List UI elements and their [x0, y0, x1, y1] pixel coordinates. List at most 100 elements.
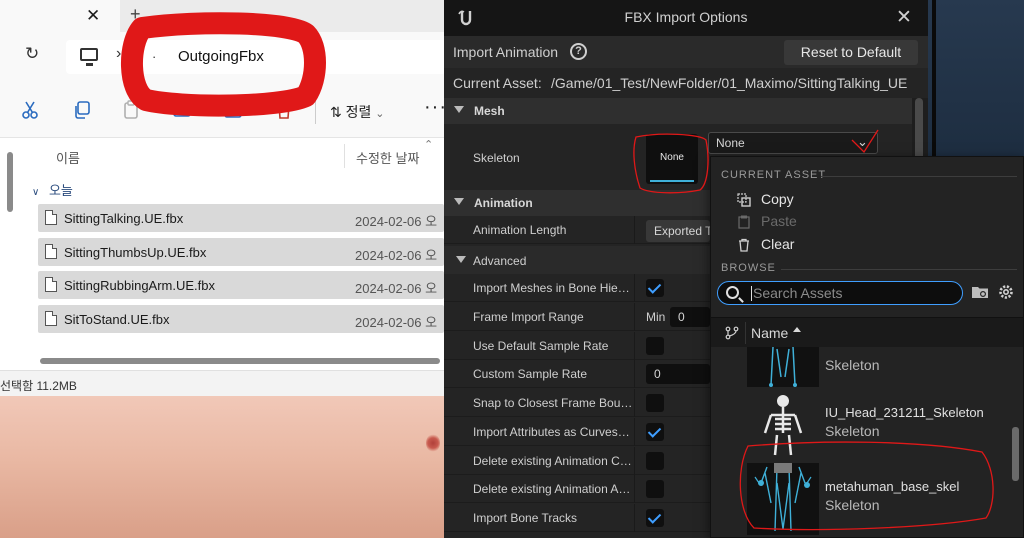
min-field[interactable]: 0	[670, 307, 710, 327]
clear-label: Clear	[761, 236, 795, 252]
file-row[interactable]: SittingThumbsUp.UE.fbx 2024-02-06 오	[38, 238, 444, 266]
rename-icon[interactable]: A	[172, 100, 192, 120]
file-row[interactable]: SitToStand.UE.fbx 2024-02-06 오	[38, 305, 444, 333]
search-assets-input[interactable]	[753, 284, 953, 302]
section-mesh[interactable]: Mesh	[444, 98, 912, 124]
import-animation-label: Import Animation	[453, 44, 559, 60]
checkbox[interactable]	[646, 509, 664, 527]
branch-icon[interactable]	[725, 326, 739, 340]
text-caret	[751, 286, 752, 301]
name-column-header[interactable]: Name	[751, 325, 788, 341]
checkbox[interactable]	[646, 423, 664, 441]
file-list: 이름 수정한 날짜 ⌃ ∨ 오늘 SittingTalking.UE.fbx 2…	[0, 138, 444, 370]
column-header-date[interactable]: 수정한 날짜	[356, 148, 419, 167]
address-field[interactable]: › · OutgoingFbx	[66, 40, 444, 74]
expand-arrow-icon	[456, 256, 466, 263]
column-header-name[interactable]: 이름	[56, 148, 80, 167]
reset-to-default-button[interactable]: Reset to Default	[784, 40, 918, 65]
skeleton-thumbnail-icon	[747, 389, 819, 461]
property-label: Snap to Closest Frame Bound...	[473, 396, 633, 410]
column-divider[interactable]	[634, 274, 635, 302]
skeleton-label: Skeleton	[473, 151, 520, 165]
checkbox[interactable]	[646, 480, 664, 498]
cut-icon[interactable]	[20, 100, 40, 120]
min-label: Min	[646, 310, 666, 324]
copy-menu-item[interactable]: Copy	[737, 190, 897, 210]
file-row[interactable]: SittingTalking.UE.fbx 2024-02-06 오	[38, 204, 444, 232]
breadcrumb-folder[interactable]: OutgoingFbx	[178, 48, 264, 65]
column-divider[interactable]	[344, 144, 345, 168]
asset-type: Skeleton	[825, 497, 880, 513]
browse-folder-icon[interactable]	[971, 285, 989, 299]
breadcrumb-separator-icon[interactable]: ›	[116, 45, 121, 63]
file-date: 2024-02-06 오	[355, 315, 438, 330]
file-name: SittingRubbingArm.UE.fbx	[64, 278, 216, 293]
column-divider[interactable]	[634, 389, 635, 417]
asset-list-scrollbar[interactable]	[1009, 347, 1023, 537]
sort-button[interactable]: ⇅ 정렬 ⌄	[330, 102, 385, 122]
help-icon[interactable]: ?	[570, 43, 587, 60]
copy-icon[interactable]	[72, 100, 92, 120]
column-divider[interactable]	[634, 418, 635, 446]
paste-menu-item[interactable]: Paste	[737, 212, 897, 232]
skeleton-thumbnail-text: None	[660, 152, 684, 163]
vertical-scrollbar[interactable]	[6, 138, 14, 370]
header-divider	[745, 322, 746, 344]
this-pc-icon[interactable]	[80, 48, 98, 66]
status-bar: 선택함 11.2MB	[0, 370, 444, 396]
group-header-today[interactable]: ∨ 오늘	[32, 180, 73, 199]
checkbox[interactable]	[646, 279, 664, 297]
explorer-address-bar: ↻ › · OutgoingFbx	[0, 32, 444, 82]
scrollbar-thumb[interactable]	[7, 152, 13, 212]
new-tab-icon[interactable]: +	[130, 4, 141, 25]
sort-caret-icon: ⌃	[424, 139, 434, 151]
column-divider[interactable]	[634, 303, 635, 331]
checkbox[interactable]	[646, 337, 664, 355]
asset-type: Skeleton	[825, 357, 880, 373]
share-icon[interactable]	[223, 100, 243, 120]
skeleton-combo[interactable]: None ⌄	[708, 132, 878, 154]
file-icon	[45, 244, 57, 259]
horizontal-scrollbar[interactable]	[40, 358, 440, 364]
tab-close-icon[interactable]: ✕	[86, 6, 100, 26]
asset-row[interactable]: IU_Head_231211_Skeleton Skeleton	[715, 389, 1007, 461]
checkbox[interactable]	[646, 452, 664, 470]
current-asset-row: Current Asset: /Game/01_Test/NewFolder/0…	[444, 68, 928, 98]
property-label: Animation Length	[473, 223, 567, 237]
column-divider[interactable]	[634, 475, 635, 503]
column-divider[interactable]	[634, 360, 635, 388]
delete-icon[interactable]	[274, 100, 294, 120]
column-divider[interactable]	[634, 447, 635, 475]
close-icon[interactable]: ✕	[896, 6, 912, 29]
animation-length-combo[interactable]: Exported T	[646, 220, 710, 242]
file-row[interactable]: SittingRubbingArm.UE.fbx 2024-02-06 오	[38, 271, 444, 299]
column-divider[interactable]	[634, 504, 635, 532]
file-date: 2024-02-06 오	[355, 214, 438, 229]
selection-status: 선택함 11.2MB	[0, 379, 77, 393]
column-divider[interactable]	[634, 216, 635, 244]
more-options-icon[interactable]: ···	[424, 96, 444, 119]
asset-row[interactable]: metahuman_base_skel Skeleton	[715, 463, 1007, 535]
asset-row[interactable]: Skeleton	[715, 347, 1007, 387]
chevron-down-icon: ⌄	[857, 134, 868, 149]
skeleton-thumbnail-icon	[747, 347, 819, 387]
column-divider[interactable]	[634, 332, 635, 360]
clear-menu-item[interactable]: Clear	[737, 235, 897, 255]
refresh-icon[interactable]: ↻	[25, 44, 39, 64]
scrollbar-thumb[interactable]	[40, 358, 440, 364]
checkbox[interactable]	[646, 394, 664, 412]
sort-label: 정렬	[345, 104, 372, 120]
asset-type: Skeleton	[825, 423, 880, 439]
gear-icon[interactable]	[997, 283, 1015, 301]
skeleton-thumbnail[interactable]: None	[646, 134, 698, 184]
dialog-title-bar[interactable]: FBX Import Options ✕	[444, 0, 928, 36]
property-label: Import Attributes as Curves o...	[473, 425, 633, 439]
explorer-tab[interactable]: ✕	[0, 0, 120, 32]
sample-rate-field[interactable]: 0	[646, 364, 710, 384]
scrollbar-thumb[interactable]	[1012, 427, 1019, 481]
search-assets-field[interactable]	[717, 281, 963, 305]
file-date: 2024-02-06 오	[355, 248, 438, 263]
trash-icon	[739, 238, 749, 252]
paste-icon[interactable]	[122, 100, 142, 120]
browse-header: BROWSE	[721, 262, 776, 274]
